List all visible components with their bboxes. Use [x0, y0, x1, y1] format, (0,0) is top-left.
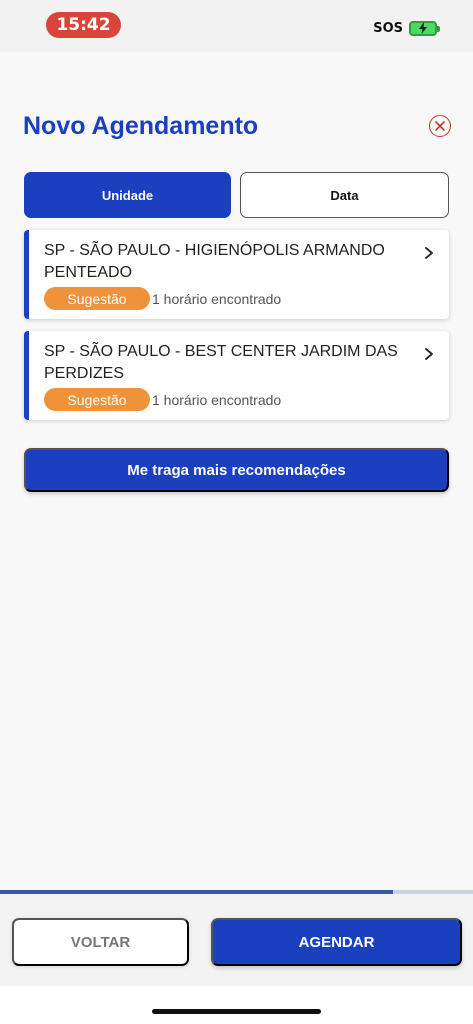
main-content: Novo Agendamento Unidade Data SP - SÃO P… — [0, 52, 473, 890]
slots-found-text: 1 horário encontrado — [152, 391, 282, 408]
unit-card[interactable]: SP - SÃO PAULO - BEST CENTER JARDIM DAS … — [24, 331, 449, 420]
status-indicators: SOS — [373, 17, 440, 39]
tab-bar: Unidade Data — [24, 172, 449, 218]
unit-name: SP - SÃO PAULO - BEST CENTER JARDIM DAS … — [44, 343, 398, 382]
suggestion-badge: Sugestão — [44, 287, 150, 310]
unit-meta: Sugestão 1 horário encontrado — [44, 287, 281, 310]
tab-data[interactable]: Data — [240, 172, 449, 218]
suggestion-badge: Sugestão — [44, 388, 150, 411]
schedule-button[interactable]: AGENDAR — [211, 918, 462, 966]
sos-indicator: SOS — [373, 20, 403, 36]
tab-unidade[interactable]: Unidade — [24, 172, 231, 218]
status-bar: 15:42 SOS — [0, 0, 473, 52]
unit-card[interactable]: SP - SÃO PAULO - HIGIENÓPOLIS ARMANDO PE… — [24, 230, 449, 319]
back-button[interactable]: VOLTAR — [12, 918, 189, 966]
chevron-right-icon — [425, 247, 433, 259]
close-button[interactable] — [429, 115, 451, 137]
footer-actions: VOLTAR AGENDAR — [0, 894, 473, 986]
battery-charging-icon — [409, 20, 440, 36]
page-title: Novo Agendamento — [23, 112, 259, 140]
more-recommendations-button[interactable]: Me traga mais recomendações — [24, 448, 449, 492]
status-time: 15:42 — [46, 12, 121, 38]
home-area — [0, 986, 473, 1024]
slots-found-text: 1 horário encontrado — [152, 290, 282, 307]
close-icon — [435, 121, 445, 131]
home-indicator[interactable] — [152, 1009, 321, 1014]
unit-meta: Sugestão 1 horário encontrado — [44, 388, 281, 411]
chevron-right-icon — [425, 348, 433, 360]
unit-name: SP - SÃO PAULO - HIGIENÓPOLIS ARMANDO PE… — [44, 242, 385, 281]
